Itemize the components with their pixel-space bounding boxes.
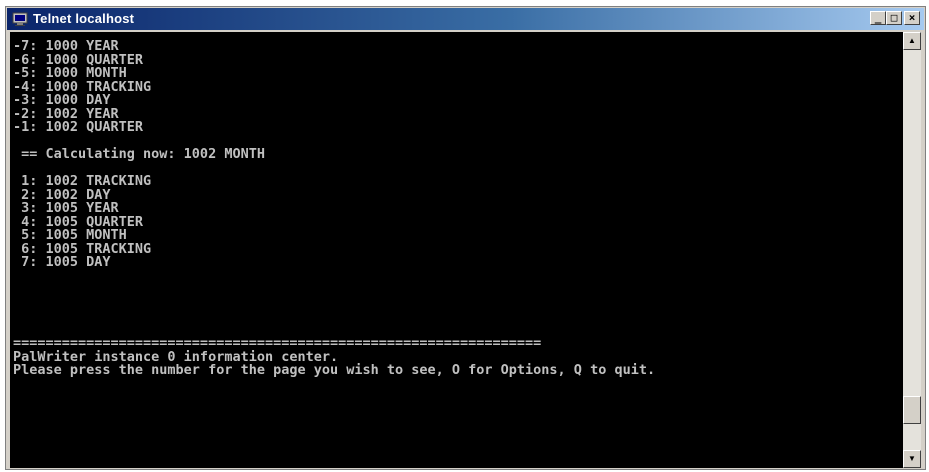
scroll-down-button[interactable]: ▼ [903,450,921,468]
minimize-icon: _ [874,11,882,24]
title-bar[interactable]: Telnet localhost _ □ × [7,8,924,30]
scroll-down-arrow-icon: ▼ [908,454,916,463]
telnet-window: Telnet localhost _ □ × -7: 1000 YEAR -6:… [5,6,926,470]
vertical-scrollbar[interactable]: ▲ ▼ [903,32,921,468]
window-title: Telnet localhost [33,11,135,26]
scroll-up-button[interactable]: ▲ [903,32,921,50]
maximize-icon: □ [890,11,898,24]
close-button[interactable]: × [904,11,920,25]
telnet-console-icon[interactable] [12,11,28,27]
scrollbar-thumb[interactable] [903,395,921,424]
close-icon: × [908,11,916,24]
console-line: == Calculating now: 1002 MONTH [13,146,265,162]
console-text: -7: 1000 YEAR -6: 1000 QUARTER -5: 1000 … [10,32,903,378]
scroll-up-arrow-icon: ▲ [908,36,916,45]
console-line: -1: 1002 QUARTER [13,119,144,135]
minimize-button[interactable]: _ [870,11,886,25]
console-line: 7: 1005 DAY [13,254,111,270]
console-output[interactable]: -7: 1000 YEAR -6: 1000 QUARTER -5: 1000 … [10,32,903,468]
maximize-button[interactable]: □ [886,11,902,25]
console-line: Please press the number for the page you… [13,362,656,378]
